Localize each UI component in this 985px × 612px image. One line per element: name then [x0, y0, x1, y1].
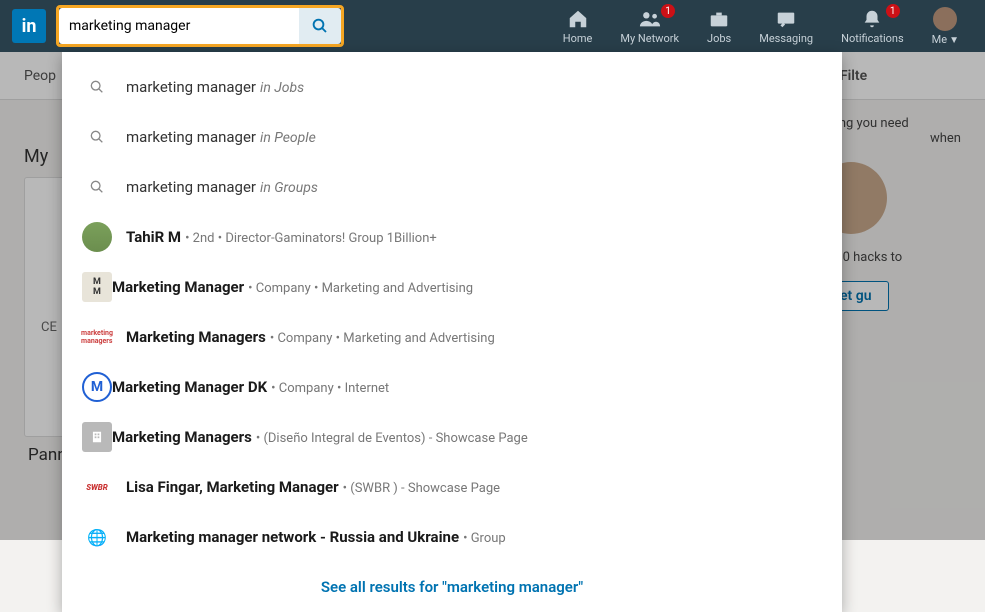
company-logo-icon: MM — [82, 272, 112, 302]
person-avatar-icon — [82, 222, 112, 252]
suggestion-meta: • Company • Marketing and Advertising — [248, 281, 473, 296]
suggestion-title: Marketing Managers — [112, 428, 252, 446]
suggestion-scope: in Jobs — [260, 80, 304, 96]
suggestion-result-row[interactable]: Marketing Managers • (Diseño Integral de… — [62, 412, 842, 462]
avatar — [933, 7, 957, 31]
search-button[interactable] — [299, 8, 341, 44]
chevron-down-icon: ▼ — [949, 35, 959, 46]
suggestion-result-row[interactable]: 🌐 Marketing manager network - Russia and … — [62, 512, 842, 562]
suggestion-meta: • Company • Internet — [271, 381, 389, 396]
nav-network[interactable]: 1 My Network — [606, 0, 693, 52]
primary-nav: Home 1 My Network Jobs Messaging 1 Notif… — [549, 0, 973, 52]
company-logo-icon: marketingmanagers — [82, 322, 112, 352]
suggestion-meta: • 2nd • Director-Gaminators! Group 1Bill… — [185, 231, 437, 246]
suggestion-title: Lisa Fingar, Marketing Manager — [126, 478, 339, 496]
suggestion-title: Marketing manager network - Russia and U… — [126, 528, 459, 546]
nav-home[interactable]: Home — [549, 0, 607, 52]
nav-label: Messaging — [759, 32, 813, 45]
suggestion-term: marketing manager — [126, 128, 256, 146]
search-icon — [311, 17, 329, 35]
nav-me[interactable]: Me▼ — [918, 0, 973, 52]
suggestion-result-row[interactable]: marketingmanagers Marketing Managers • Co… — [62, 312, 842, 362]
bell-icon — [861, 8, 883, 30]
group-icon: 🌐 — [82, 522, 112, 552]
nav-label: Jobs — [707, 32, 731, 45]
company-logo-icon: SWBR — [82, 472, 112, 502]
suggestion-title: Marketing Manager DK — [112, 378, 267, 396]
suggestion-title: Marketing Manager — [112, 278, 244, 296]
suggestion-title: Marketing Managers — [126, 328, 266, 346]
people-icon — [639, 8, 661, 30]
suggestion-meta: • (SWBR ) - Showcase Page — [343, 481, 500, 496]
message-icon — [775, 8, 797, 30]
suggestion-meta: • (Diseño Integral de Eventos) - Showcas… — [256, 431, 528, 446]
search-container — [56, 5, 344, 47]
suggestion-scope-row[interactable]: marketing manager in Jobs — [62, 62, 842, 112]
nav-messaging[interactable]: Messaging — [745, 0, 827, 52]
suggestion-term: marketing manager — [126, 178, 256, 196]
suggestion-meta: • Group — [463, 531, 506, 546]
see-all-results-link[interactable]: See all results for "marketing manager" — [62, 562, 842, 612]
suggestion-result-row[interactable]: SWBR Lisa Fingar, Marketing Manager • (SW… — [62, 462, 842, 512]
showcase-icon — [82, 422, 112, 452]
suggestion-result-row[interactable]: MMarketing Manager DK • Company • Intern… — [62, 362, 842, 412]
suggestion-scope: in Groups — [260, 180, 318, 196]
search-icon — [82, 172, 112, 202]
suggestion-title: TahiR M — [126, 228, 181, 246]
badge-network: 1 — [661, 4, 675, 18]
search-icon — [82, 122, 112, 152]
linkedin-logo[interactable]: in — [12, 9, 46, 43]
nav-label: Notifications — [841, 32, 904, 45]
nav-jobs[interactable]: Jobs — [693, 0, 745, 52]
company-logo-icon: M — [82, 372, 112, 402]
suggestion-meta: • Company • Marketing and Advertising — [270, 331, 495, 346]
search-suggestions-dropdown: marketing manager in Jobsmarketing manag… — [62, 52, 842, 612]
suggestion-result-row[interactable]: MMMarketing Manager • Company • Marketin… — [62, 262, 842, 312]
nav-notifications[interactable]: 1 Notifications — [827, 0, 918, 52]
nav-label: Me▼ — [932, 33, 959, 46]
suggestion-scope-row[interactable]: marketing manager in People — [62, 112, 842, 162]
search-icon — [82, 72, 112, 102]
search-input[interactable] — [59, 8, 299, 44]
suggestion-scope: in People — [260, 130, 316, 146]
nav-label: Home — [563, 32, 593, 45]
suggestion-term: marketing manager — [126, 78, 256, 96]
topbar: in Home 1 My Network Jobs Messaging 1 No… — [0, 0, 985, 52]
suggestion-scope-row[interactable]: marketing manager in Groups — [62, 162, 842, 212]
suggestion-result-row[interactable]: TahiR M • 2nd • Director-Gaminators! Gro… — [62, 212, 842, 262]
nav-label: My Network — [620, 32, 679, 45]
home-icon — [567, 8, 589, 30]
badge-notifications: 1 — [886, 4, 900, 18]
briefcase-icon — [708, 8, 730, 30]
